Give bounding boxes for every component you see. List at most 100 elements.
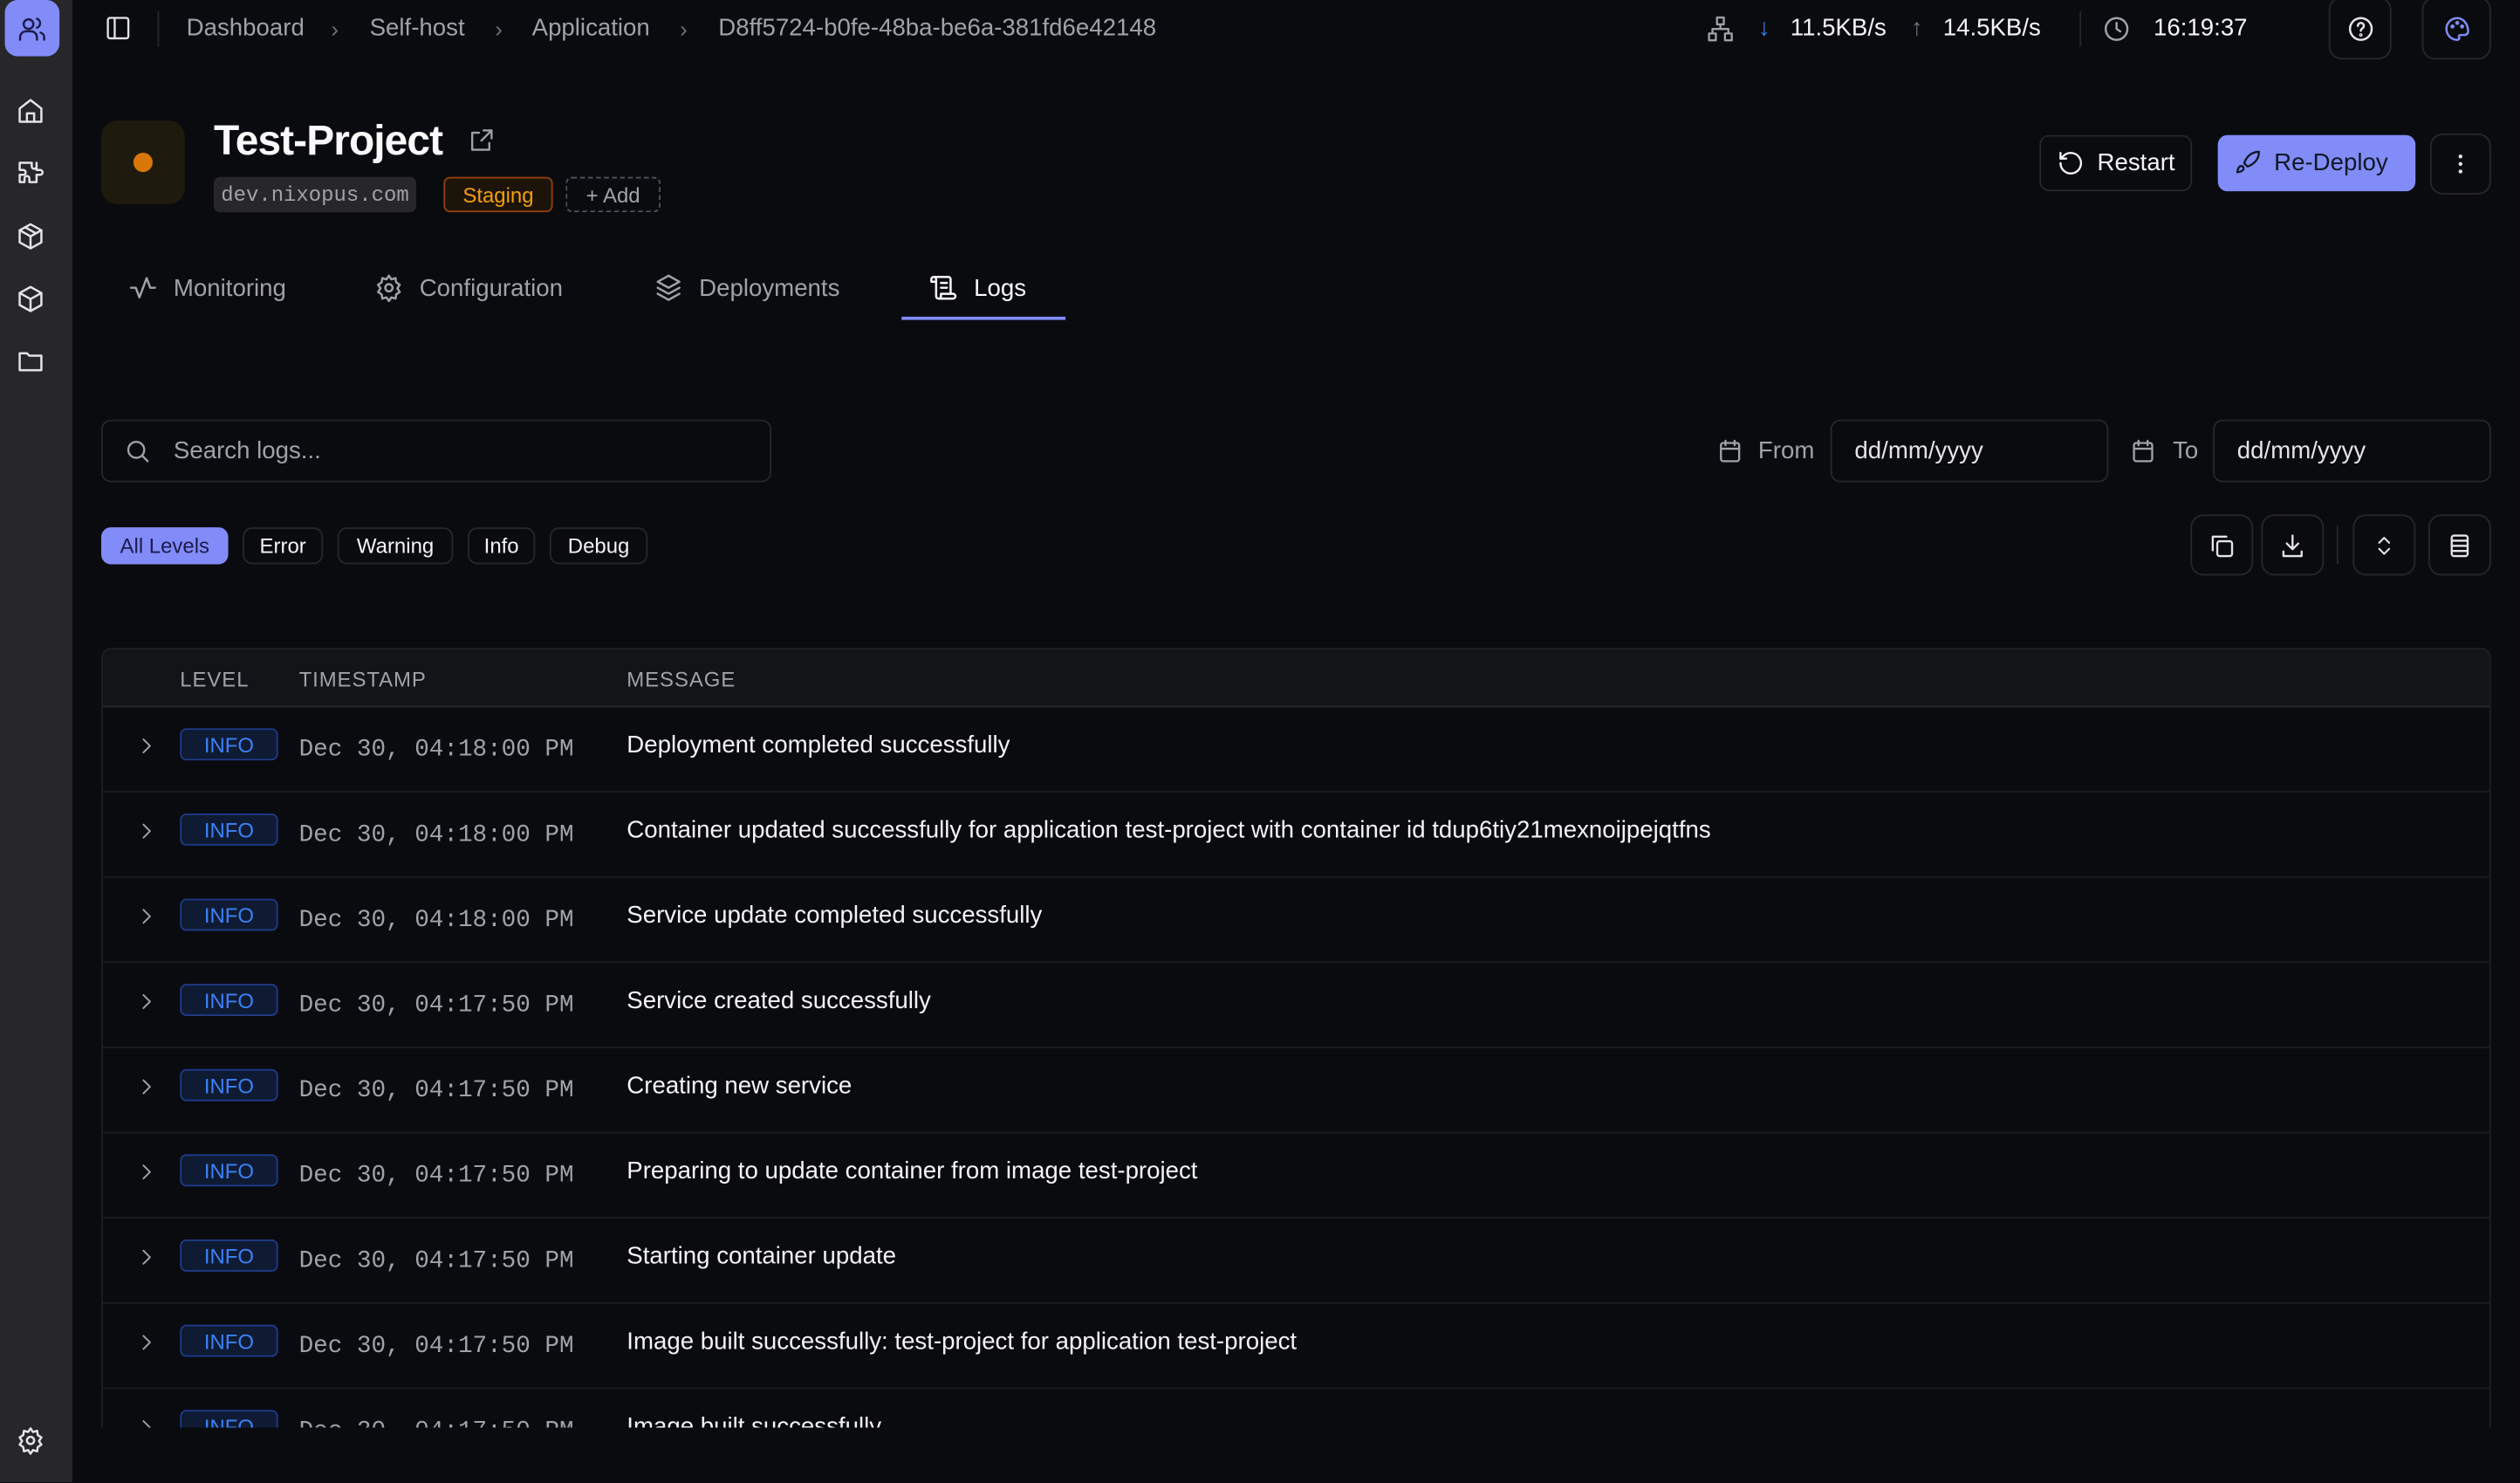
table-row[interactable]: INFODec 30, 04:17:50 PMImage built succe…	[103, 1304, 2489, 1390]
tab-label: Deployments	[699, 274, 839, 301]
redeploy-label: Re-Deploy	[2274, 149, 2388, 176]
to-date-value: dd/mm/yyyy	[2237, 437, 2366, 464]
sidebar-item-settings[interactable]	[16, 1426, 48, 1459]
breadcrumb-self-host[interactable]: Self-host	[370, 15, 465, 42]
chevron-right-icon: ›	[495, 16, 503, 41]
tab-logs[interactable]: Logs	[929, 270, 1026, 306]
sidebar-item-apps[interactable]	[16, 222, 48, 254]
level-filter-warning[interactable]: Warning	[338, 527, 454, 564]
network-icon	[1707, 15, 1734, 44]
log-message: Creating new service	[627, 1072, 852, 1099]
calendar-icon	[1716, 437, 1743, 464]
scroll-text-icon	[929, 273, 958, 302]
level-filter-debug[interactable]: Debug	[550, 527, 647, 564]
expand-collapse-button[interactable]	[2352, 514, 2415, 575]
sidebar-item-containers[interactable]	[16, 285, 48, 317]
level-filter-error[interactable]: Error	[243, 527, 323, 564]
clock-time: 16:19:37	[2154, 15, 2248, 42]
domain-badge[interactable]: dev.nixopus.com	[214, 177, 416, 213]
breadcrumb-dashboard[interactable]: Dashboard	[187, 15, 305, 42]
table-row[interactable]: INFODec 30, 04:17:50 PMPreparing to upda…	[103, 1133, 2489, 1219]
search-input[interactable]: Search logs...	[101, 420, 771, 483]
level-badge: INFO	[180, 1325, 277, 1357]
active-tab-indicator	[901, 317, 1065, 320]
arrow-down-icon: ↓	[1758, 15, 1770, 42]
puzzle-icon	[16, 159, 45, 188]
help-circle-icon	[2345, 14, 2374, 43]
breadcrumb-current: D8ff5724-b0fe-48ba-be6a-381fd6e42148	[718, 15, 1156, 42]
from-date-value: dd/mm/yyyy	[1854, 437, 1982, 464]
download-icon	[2279, 532, 2306, 559]
log-message: Preparing to update container from image…	[627, 1157, 1197, 1184]
table-row[interactable]: INFODec 30, 04:17:50 PMService created s…	[103, 963, 2489, 1048]
table-row[interactable]: INFODec 30, 04:17:50 PMCreating new serv…	[103, 1048, 2489, 1134]
gear-icon	[374, 273, 403, 302]
team-switcher-button[interactable]	[5, 0, 60, 56]
table-row[interactable]: INFODec 30, 04:18:00 PMContainer updated…	[103, 793, 2489, 878]
density-toggle-button[interactable]	[2428, 514, 2491, 575]
redeploy-button[interactable]: Re-Deploy	[2218, 135, 2416, 191]
tab-label: Logs	[974, 274, 1026, 301]
chevron-right-icon[interactable]	[135, 1417, 158, 1428]
add-tag-button[interactable]: + Add	[565, 177, 661, 213]
to-date-input[interactable]: dd/mm/yyyy	[2213, 420, 2491, 483]
log-timestamp: Dec 30, 04:17:50 PM	[299, 992, 574, 1019]
from-date-input[interactable]: dd/mm/yyyy	[1831, 420, 2109, 483]
project-status-icon	[101, 120, 185, 204]
restart-label: Restart	[2098, 149, 2175, 176]
folder-icon	[16, 347, 45, 376]
level-badge: INFO	[180, 899, 277, 931]
home-icon	[16, 97, 45, 126]
help-button[interactable]	[2329, 0, 2392, 59]
log-message: Deployment completed successfully	[627, 731, 1010, 759]
table-row[interactable]: INFODec 30, 04:17:50 PMImage built succe…	[103, 1389, 2489, 1427]
page-title: Test-Project	[214, 116, 442, 166]
table-row[interactable]: INFODec 30, 04:17:50 PMStarting containe…	[103, 1219, 2489, 1304]
log-timestamp: Dec 30, 04:17:50 PM	[299, 1418, 574, 1427]
tab-deployments[interactable]: Deployments	[654, 270, 840, 306]
tab-configuration[interactable]: Configuration	[374, 270, 563, 306]
package-icon	[16, 222, 45, 251]
log-timestamp: Dec 30, 04:17:50 PM	[299, 1247, 574, 1274]
log-message: Service update completed successfully	[627, 902, 1042, 929]
external-link-icon[interactable]	[468, 127, 495, 154]
chevron-right-icon[interactable]	[135, 735, 158, 758]
copy-logs-button[interactable]	[2190, 514, 2253, 575]
toggle-sidebar-button[interactable]	[105, 15, 132, 42]
log-message: Image built successfully	[627, 1413, 881, 1428]
table-body: INFODec 30, 04:18:00 PMDeployment comple…	[103, 707, 2489, 1427]
chevron-right-icon[interactable]	[135, 1331, 158, 1354]
tab-monitoring[interactable]: Monitoring	[128, 270, 286, 306]
column-header-message: MESSAGE	[627, 667, 736, 691]
box-icon	[16, 285, 45, 313]
sidebar-item-files[interactable]	[16, 347, 48, 380]
divider	[2079, 11, 2081, 47]
chevron-right-icon: ›	[680, 16, 688, 41]
more-actions-button[interactable]	[2430, 134, 2491, 195]
chevron-right-icon[interactable]	[135, 991, 158, 1013]
level-filter-all[interactable]: All Levels	[101, 527, 229, 564]
download-logs-button[interactable]	[2261, 514, 2324, 575]
table-row[interactable]: INFODec 30, 04:18:00 PMService update co…	[103, 878, 2489, 964]
breadcrumb-application[interactable]: Application	[532, 15, 650, 42]
copy-icon	[2208, 532, 2236, 559]
palette-icon	[2442, 14, 2471, 43]
sidebar-item-extensions[interactable]	[16, 159, 48, 191]
chevron-right-icon[interactable]	[135, 1246, 158, 1268]
chevron-right-icon[interactable]	[135, 905, 158, 928]
download-speed: 11.5KB/s	[1791, 15, 1887, 42]
theme-button[interactable]	[2422, 0, 2491, 59]
users-icon	[17, 14, 46, 43]
chevron-right-icon[interactable]	[135, 1075, 158, 1098]
log-timestamp: Dec 30, 04:17:50 PM	[299, 1333, 574, 1360]
level-filter-info[interactable]: Info	[468, 527, 535, 564]
restart-button[interactable]: Restart	[2039, 135, 2193, 191]
clock-icon	[2102, 15, 2131, 44]
from-label: From	[1758, 437, 1814, 464]
table-row[interactable]: INFODec 30, 04:18:00 PMDeployment comple…	[103, 707, 2489, 793]
chevron-right-icon[interactable]	[135, 1161, 158, 1184]
search-icon	[124, 437, 151, 464]
chevron-right-icon[interactable]	[135, 820, 158, 842]
table-header: LEVEL TIMESTAMP MESSAGE	[103, 649, 2489, 707]
sidebar-item-home[interactable]	[16, 97, 48, 129]
